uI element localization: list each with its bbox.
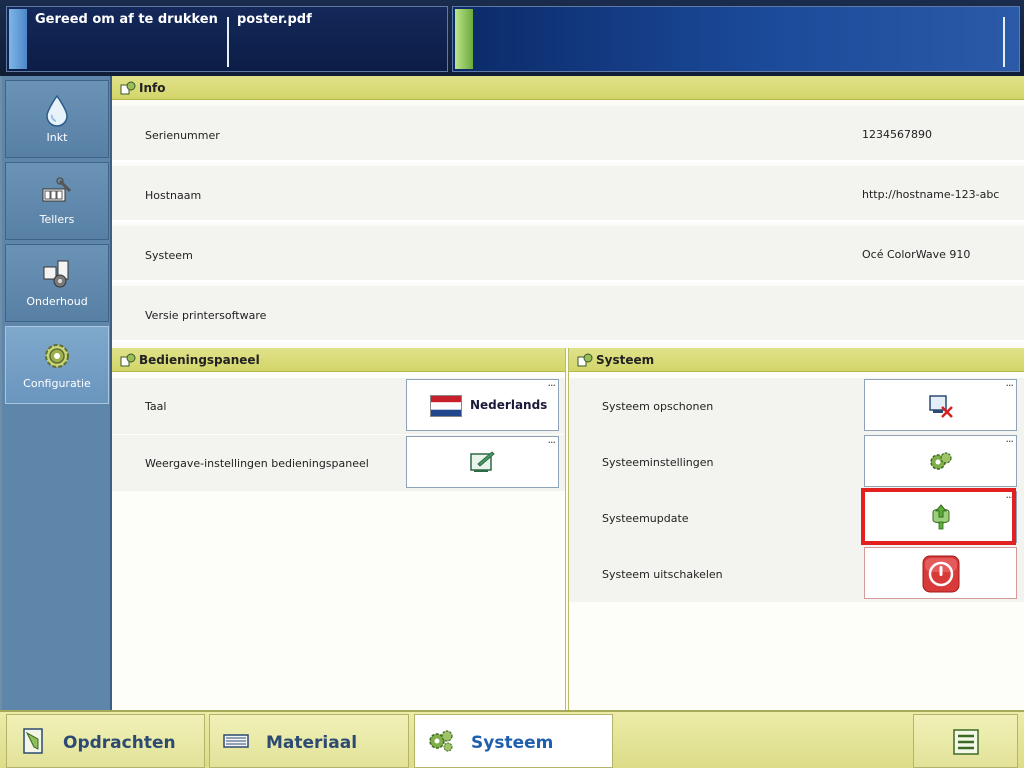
left-navigation: Inkt Tellers Onderhoud Configuratie [2,76,112,710]
printer-status-panel[interactable]: Gereed om af te drukken poster.pdf [6,6,448,72]
info-section-header: Info [112,76,1024,100]
info-row-hostname: Hostnaam http://hostname-123-abc [112,166,1024,223]
job-queue-panel[interactable] [452,6,1020,72]
info-value: Océ ColorWave 910 [862,248,971,261]
nav-item-tellers[interactable]: Tellers [5,162,109,240]
info-label: Versie printersoftware [145,309,267,322]
system-settings-icon [930,452,952,470]
current-job-name: poster.pdf [237,12,312,27]
system-settings-button[interactable]: ... [864,432,1017,487]
nav-item-inkt[interactable]: Inkt [5,80,109,158]
tab-label: Systeem [471,733,554,753]
dutch-flag-icon [430,395,462,417]
language-button[interactable]: ... Nederlands [406,376,559,431]
setting-label: Systeem uitschakelen [602,568,723,581]
more-options-indicator: ... [547,433,556,446]
info-label: Systeem [145,249,193,262]
nav-item-label: Inkt [46,131,68,144]
info-value: 1234567890 [862,128,932,141]
menu-icon [953,729,979,755]
main-content: Info Serienummer 1234567890 Hostnaam htt… [112,76,1024,710]
more-options-indicator: ... [1005,432,1014,445]
maintenance-icon [43,260,69,288]
menu-button[interactable] [913,714,1018,768]
language-button-label: Nederlands [470,398,548,412]
system-cleanup-icon [929,395,953,418]
setting-label: Systeemupdate [602,512,689,525]
more-options-indicator: ... [1005,376,1014,389]
section-settings-icon [577,353,593,367]
info-value: http://hostname-123-abc [862,188,1000,201]
status-bar: Gereed om af te drukken poster.pdf [0,0,1024,76]
setting-label: Weergave-instellingen bedieningspaneel [145,457,369,470]
jobs-icon [23,728,43,754]
system-update-button[interactable]: ... [864,488,1017,543]
more-options-indicator: ... [1005,488,1014,501]
tab-label: Materiaal [266,733,358,753]
media-icon [223,734,249,748]
counters-icon [42,177,72,202]
section-settings-icon [120,81,136,95]
info-label: Hostnaam [145,189,202,202]
nav-item-configuratie[interactable]: Configuratie [5,326,109,404]
display-settings-icon [470,451,495,472]
nav-item-label: Tellers [39,213,75,226]
nav-item-label: Onderhoud [26,295,88,308]
status-stripe [9,9,27,69]
control-panel-section: Bedieningspaneel Taal ... Nederlands Wee… [112,348,566,710]
bottom-tab-bar: Opdrachten Materiaal Systeem [0,710,1024,768]
tab-opdrachten[interactable]: Opdrachten [6,714,205,768]
status-divider [227,17,229,67]
tab-systeem[interactable]: Systeem [414,714,613,768]
setting-label: Taal [145,400,167,413]
nav-item-label: Configuratie [23,377,91,390]
display-settings-button[interactable]: ... [406,433,559,488]
system-gears-icon [429,730,453,752]
system-shutdown-button[interactable] [864,547,1017,599]
printer-status-text: Gereed om af te drukken [35,12,218,27]
setting-label: Systeeminstellingen [602,456,714,469]
section-settings-icon [120,353,136,367]
section-title: Bedieningspaneel [139,353,260,367]
info-row-system: Systeem Océ ColorWave 910 [112,226,1024,283]
tab-materiaal[interactable]: Materiaal [209,714,409,768]
setting-label: Systeem opschonen [602,400,714,413]
queue-stripe [455,9,473,69]
configuration-gear-icon [45,344,69,368]
nav-item-onderhoud[interactable]: Onderhoud [5,244,109,322]
tab-label: Opdrachten [63,733,176,753]
system-update-icon [932,504,950,530]
system-cleanup-button[interactable]: ... [864,376,1017,431]
system-section: Systeem Systeem opschonen ... Systeemins… [568,348,1024,710]
section-title: Systeem [596,353,655,367]
control-panel-header: Bedieningspaneel [112,348,565,372]
ink-drop-icon [46,94,68,127]
more-options-indicator: ... [547,376,556,389]
info-label: Serienummer [145,129,220,142]
info-row-software-version: Versie printersoftware [112,286,1024,343]
system-section-header: Systeem [569,348,1024,372]
queue-divider [1003,17,1005,67]
section-title: Info [139,81,166,95]
info-row-serial: Serienummer 1234567890 [112,106,1024,163]
power-icon [922,555,960,593]
